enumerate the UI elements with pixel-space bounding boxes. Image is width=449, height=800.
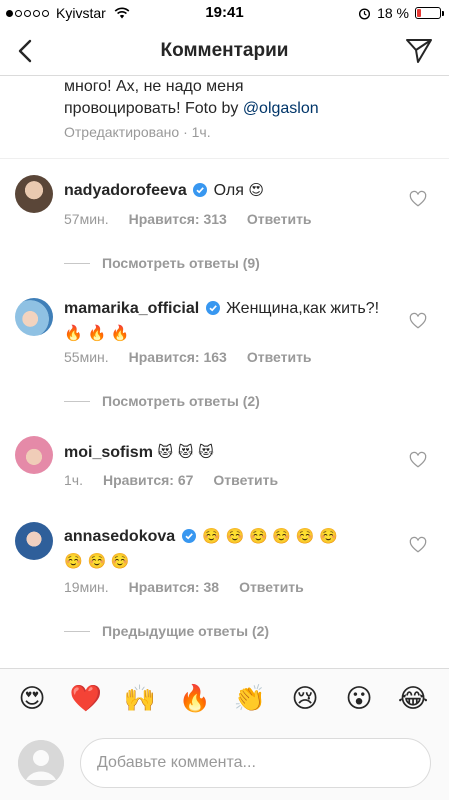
comment-body: moi_sofism 😻 😻 😻 bbox=[64, 440, 394, 465]
comment-input-bar bbox=[0, 728, 449, 800]
alarm-icon bbox=[359, 7, 371, 19]
user-avatar[interactable] bbox=[18, 740, 64, 786]
paper-plane-icon bbox=[406, 39, 432, 63]
battery-percent: 18 % bbox=[377, 5, 409, 21]
page-title: Комментарии bbox=[160, 40, 289, 61]
emoji-crying-button[interactable]: 😢 bbox=[290, 684, 320, 714]
view-replies-button[interactable]: Посмотреть ответы (9) bbox=[64, 255, 260, 271]
comment-meta: 1ч. Нравится: 67 Ответить bbox=[64, 472, 298, 488]
avatar[interactable] bbox=[15, 298, 53, 336]
comment-emoji: 🔥 🔥 🔥 bbox=[64, 324, 130, 342]
comment-meta: 55мин. Нравится: 163 Ответить bbox=[64, 349, 332, 365]
emoji-fire-button[interactable]: 🔥 bbox=[179, 684, 211, 714]
comment-likes[interactable]: Нравится: 313 bbox=[129, 211, 227, 227]
comment-likes[interactable]: Нравится: 67 bbox=[103, 472, 193, 488]
emoji-red-heart-button[interactable]: ❤️ bbox=[70, 684, 102, 714]
default-avatar-icon bbox=[18, 740, 64, 786]
comment-time: 55мин. bbox=[64, 349, 109, 365]
comment-input[interactable] bbox=[80, 738, 431, 788]
avatar[interactable] bbox=[15, 175, 53, 213]
mention-link[interactable]: @olgaslon bbox=[243, 100, 319, 117]
emoji-heart-eyes-button[interactable]: 😍 bbox=[17, 684, 47, 714]
view-replies-button[interactable]: Предыдущие ответы (2) bbox=[64, 623, 269, 639]
comment-username[interactable]: mamarika_official bbox=[64, 300, 199, 317]
comment-emoji: 😍 bbox=[248, 181, 264, 199]
comment-body: nadyadorofeeva Оля 😍 bbox=[64, 178, 394, 203]
verified-badge-icon bbox=[181, 529, 196, 543]
comment-likes[interactable]: Нравится: 163 bbox=[129, 349, 227, 365]
post-caption: много! Ах, не надо меня провоцировать! F… bbox=[64, 76, 434, 120]
view-replies-button[interactable]: Посмотреть ответы (2) bbox=[64, 393, 260, 409]
caption-line-2: провоцировать! Foto by @olgaslon bbox=[64, 98, 434, 120]
view-replies-label: Предыдущие ответы (2) bbox=[102, 623, 270, 639]
comment-time: 19мин. bbox=[64, 579, 109, 595]
avatar[interactable] bbox=[15, 522, 53, 560]
battery-icon bbox=[415, 7, 444, 19]
view-replies-label: Посмотреть ответы (2) bbox=[102, 393, 260, 409]
comment-meta: 19мин. Нравится: 38 Ответить bbox=[64, 579, 324, 595]
emoji-laughing-button[interactable]: 😂 bbox=[398, 684, 428, 714]
share-button[interactable] bbox=[403, 36, 435, 66]
reply-button[interactable]: Ответить bbox=[247, 211, 312, 227]
replies-line bbox=[64, 630, 90, 632]
status-bar: Kyivstar 19:41 18 % bbox=[0, 0, 449, 26]
comment-body: annasedokova ☺️ ☺️ ☺️ ☺️ ☺️ ☺️ ☺️ ☺️ ☺️ bbox=[64, 524, 394, 574]
comment-time: 57мин. bbox=[64, 211, 109, 227]
caption-text: провоцировать! Foto by bbox=[64, 100, 243, 117]
divider bbox=[0, 158, 449, 159]
heart-icon[interactable] bbox=[409, 190, 427, 208]
comment-username[interactable]: annasedokova bbox=[64, 528, 175, 545]
status-right: 18 % bbox=[358, 5, 444, 21]
heart-icon[interactable] bbox=[409, 451, 427, 469]
replies-line bbox=[64, 400, 90, 402]
battery-level bbox=[417, 9, 421, 17]
nav-bar: Комментарии bbox=[0, 26, 449, 76]
avatar[interactable] bbox=[15, 436, 53, 474]
comment-meta: 57мин. Нравится: 313 Ответить bbox=[64, 211, 332, 227]
comment-likes[interactable]: Нравится: 38 bbox=[129, 579, 219, 595]
emoji-clapping-button[interactable]: 👏 bbox=[234, 684, 266, 714]
comment-text: Оля bbox=[213, 182, 244, 199]
verified-badge-icon bbox=[205, 301, 220, 315]
comment-emoji: 😻 😻 😻 bbox=[157, 443, 214, 461]
comment-time: 1ч. bbox=[64, 472, 83, 488]
reply-button[interactable]: Ответить bbox=[213, 472, 278, 488]
heart-icon[interactable] bbox=[409, 312, 427, 330]
view-replies-label: Посмотреть ответы (9) bbox=[102, 255, 260, 271]
heart-icon[interactable] bbox=[409, 536, 427, 554]
emoji-raising-hands-button[interactable]: 🙌 bbox=[124, 684, 156, 714]
comment-username[interactable]: nadyadorofeeva bbox=[64, 182, 187, 199]
emoji-surprised-button[interactable]: 😮 bbox=[344, 684, 374, 714]
caption-line-1: много! Ах, не надо меня bbox=[64, 78, 244, 95]
comment-emoji: ☺️ ☺️ ☺️ ☺️ ☺️ ☺️ bbox=[202, 527, 338, 545]
emoji-quick-bar: 😍 ❤️ 🙌 🔥 👏 😢 😮 😂 bbox=[0, 668, 449, 728]
reply-button[interactable]: Ответить bbox=[247, 349, 312, 365]
comment-body: mamarika_official Женщина,как жить?! 🔥 🔥 … bbox=[64, 297, 394, 346]
comment-emoji-line-2: ☺️ ☺️ ☺️ bbox=[64, 552, 130, 570]
reply-button[interactable]: Ответить bbox=[239, 579, 304, 595]
comment-username[interactable]: moi_sofism bbox=[64, 444, 153, 461]
caption-meta: Отредактировано · 1ч. bbox=[64, 124, 211, 140]
replies-line bbox=[64, 262, 90, 264]
verified-badge-icon bbox=[193, 183, 208, 197]
comment-text: Женщина,как жить?! bbox=[226, 300, 380, 317]
